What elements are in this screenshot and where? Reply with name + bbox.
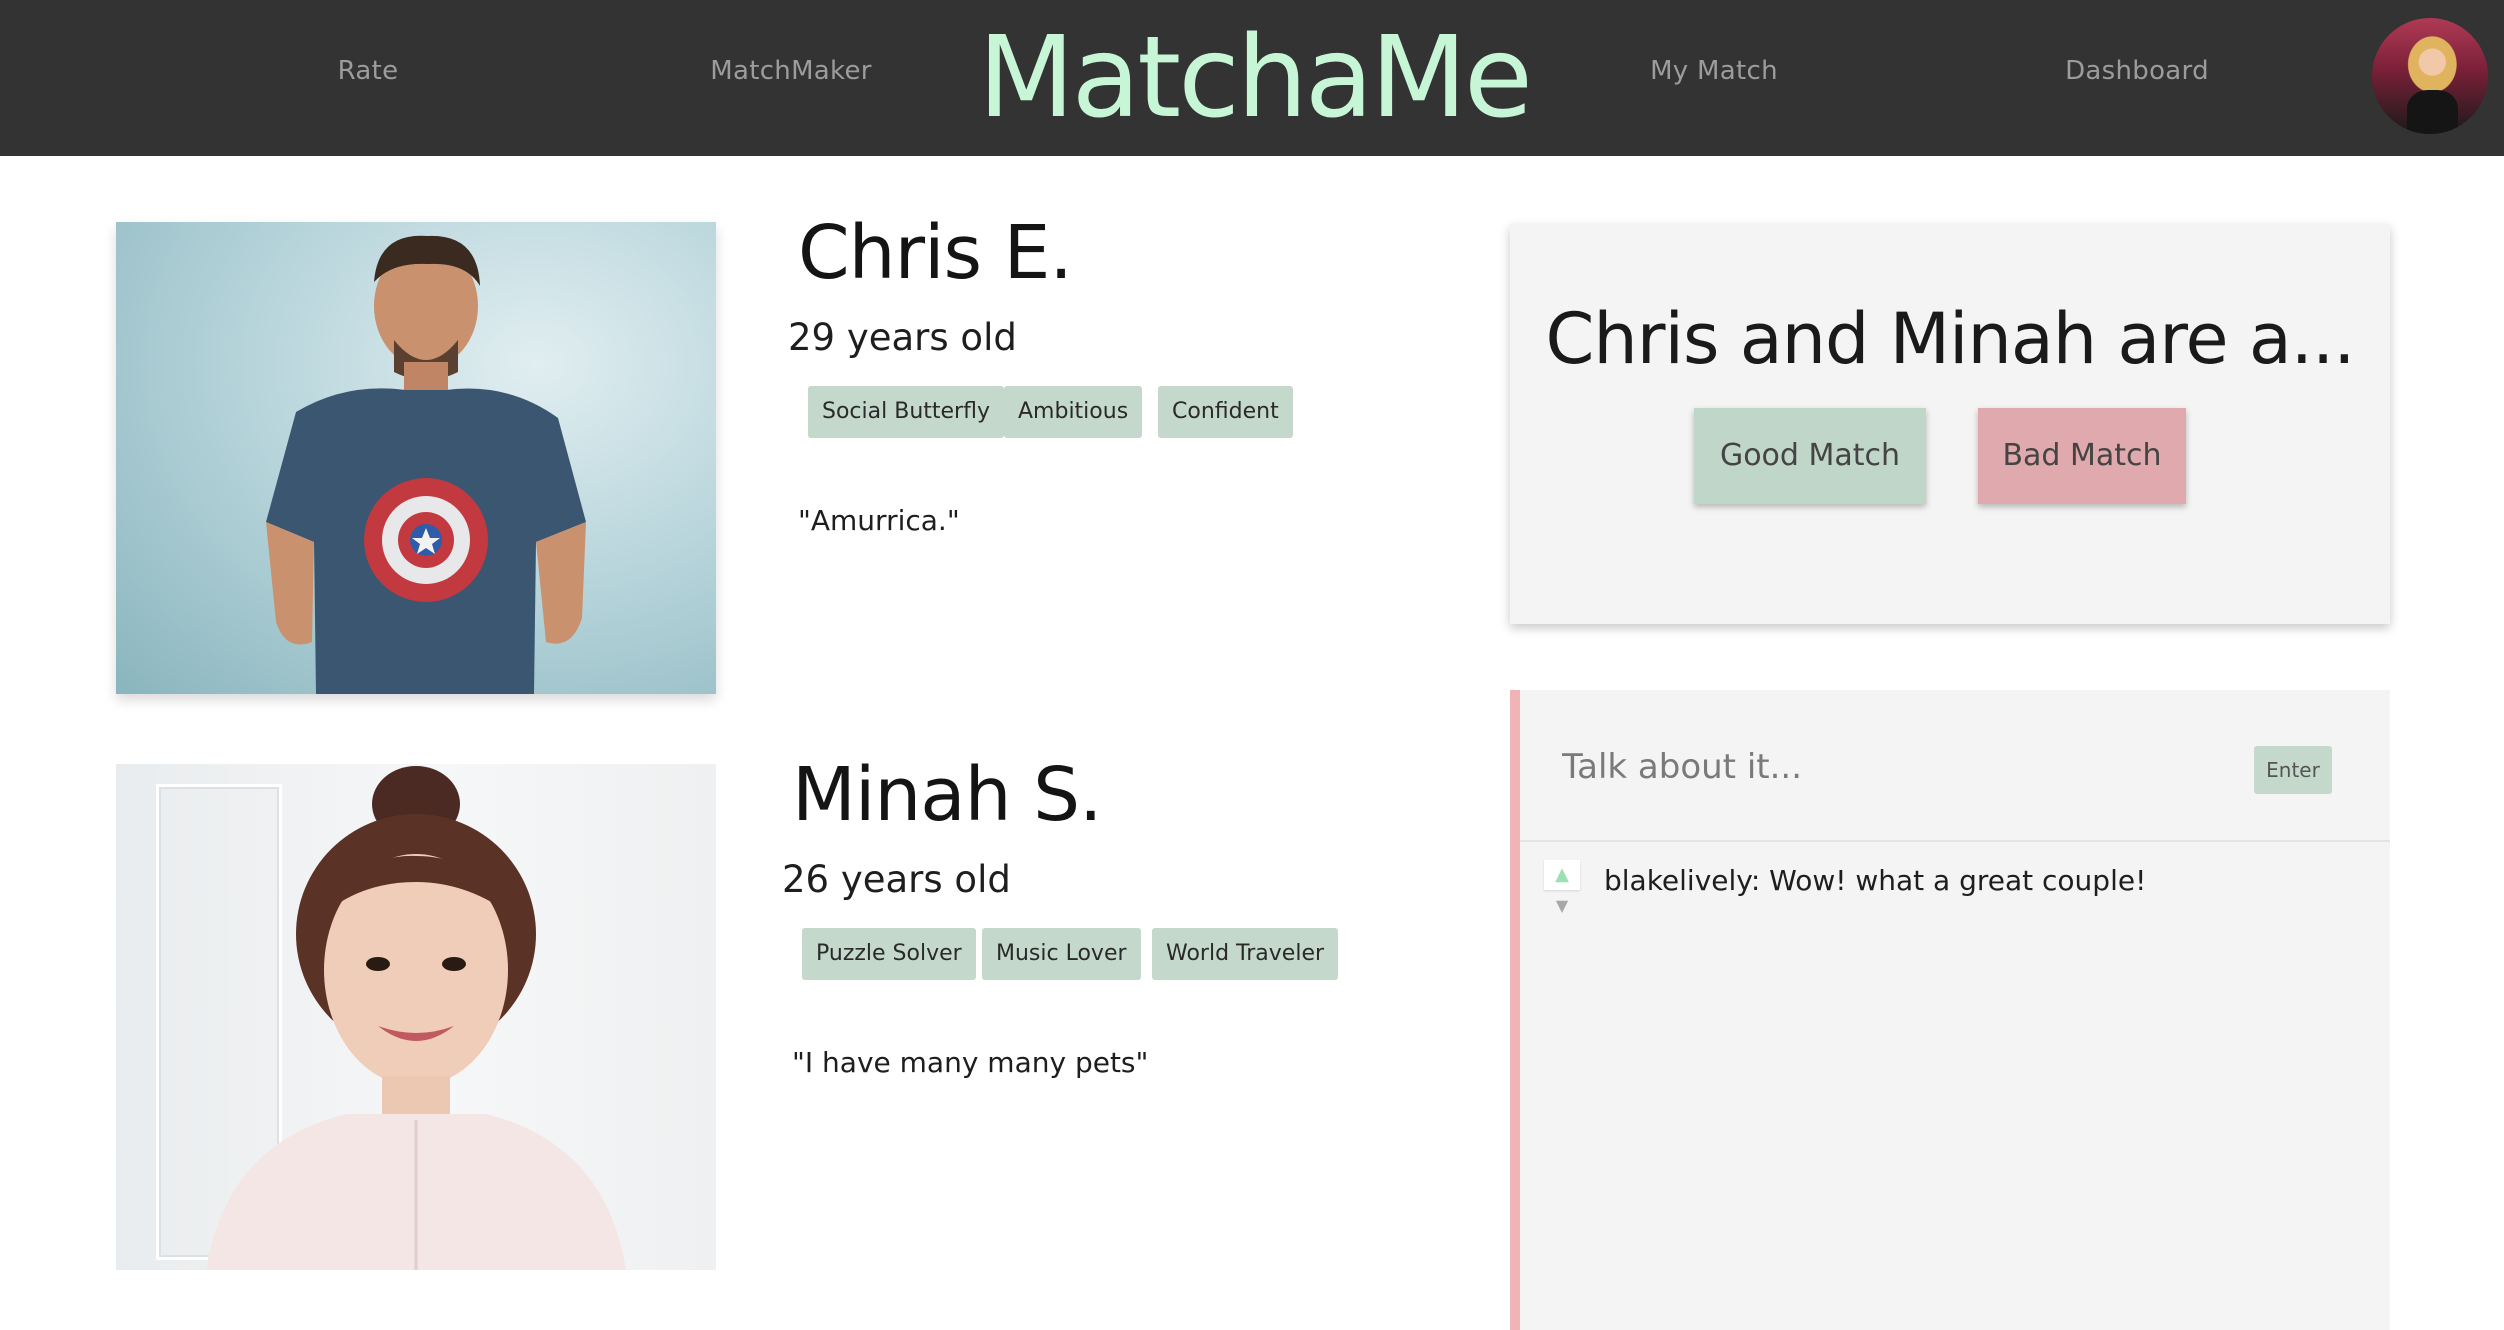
- brand-logo[interactable]: MatchaMe: [904, 10, 1604, 146]
- verdict-card: Chris and Minah are a... Good Match Bad …: [1510, 224, 2390, 624]
- nav-link-rate[interactable]: Rate: [188, 56, 548, 86]
- trait-tag: Confident: [1158, 386, 1293, 438]
- good-match-button[interactable]: Good Match: [1694, 408, 1926, 504]
- downvote-icon[interactable]: ▼: [1544, 894, 1580, 918]
- profile-name: Chris E.: [798, 210, 1073, 296]
- discussion-panel: Enter ▲ ▼ blakelively: Wow! what a great…: [1510, 690, 2390, 1330]
- enter-button[interactable]: Enter: [2254, 746, 2332, 794]
- trait-tag: Social Butterfly: [808, 386, 1004, 438]
- profile-name: Minah S.: [792, 752, 1103, 838]
- bad-match-button[interactable]: Bad Match: [1978, 408, 2186, 504]
- trait-tag: Music Lover: [982, 928, 1141, 980]
- person-illustration: [206, 766, 626, 1270]
- user-avatar[interactable]: [2372, 18, 2488, 134]
- navbar: Rate MatchMaker MatchaMe My Match Dashbo…: [0, 0, 2504, 156]
- divider: [1520, 840, 2390, 842]
- profile-photo-minah: [116, 764, 716, 1270]
- nav-link-dashboard[interactable]: Dashboard: [1957, 56, 2317, 86]
- comment-input[interactable]: [1560, 736, 2164, 798]
- trait-tag: Ambitious: [1004, 386, 1143, 438]
- profile-photo-chris: [116, 222, 716, 694]
- trait-tag: World Traveler: [1152, 928, 1339, 980]
- trait-tag: Puzzle Solver: [802, 928, 976, 980]
- avatar-figure: [2406, 89, 2458, 134]
- comment-text: blakelively: Wow! what a great couple!: [1604, 864, 2147, 897]
- nav-link-my-match[interactable]: My Match: [1534, 56, 1894, 86]
- comment-item: ▲ ▼ blakelively: Wow! what a great coupl…: [1544, 854, 2364, 934]
- profile-age: 29 years old: [788, 316, 1017, 359]
- profile-quote: "I have many many pets": [792, 1046, 1149, 1079]
- upvote-icon[interactable]: ▲: [1544, 860, 1580, 890]
- profile-quote: "Amurrica.": [798, 504, 960, 537]
- profile-age: 26 years old: [782, 858, 1011, 901]
- verdict-heading: Chris and Minah are a...: [1545, 298, 2356, 380]
- person-illustration: [266, 235, 586, 694]
